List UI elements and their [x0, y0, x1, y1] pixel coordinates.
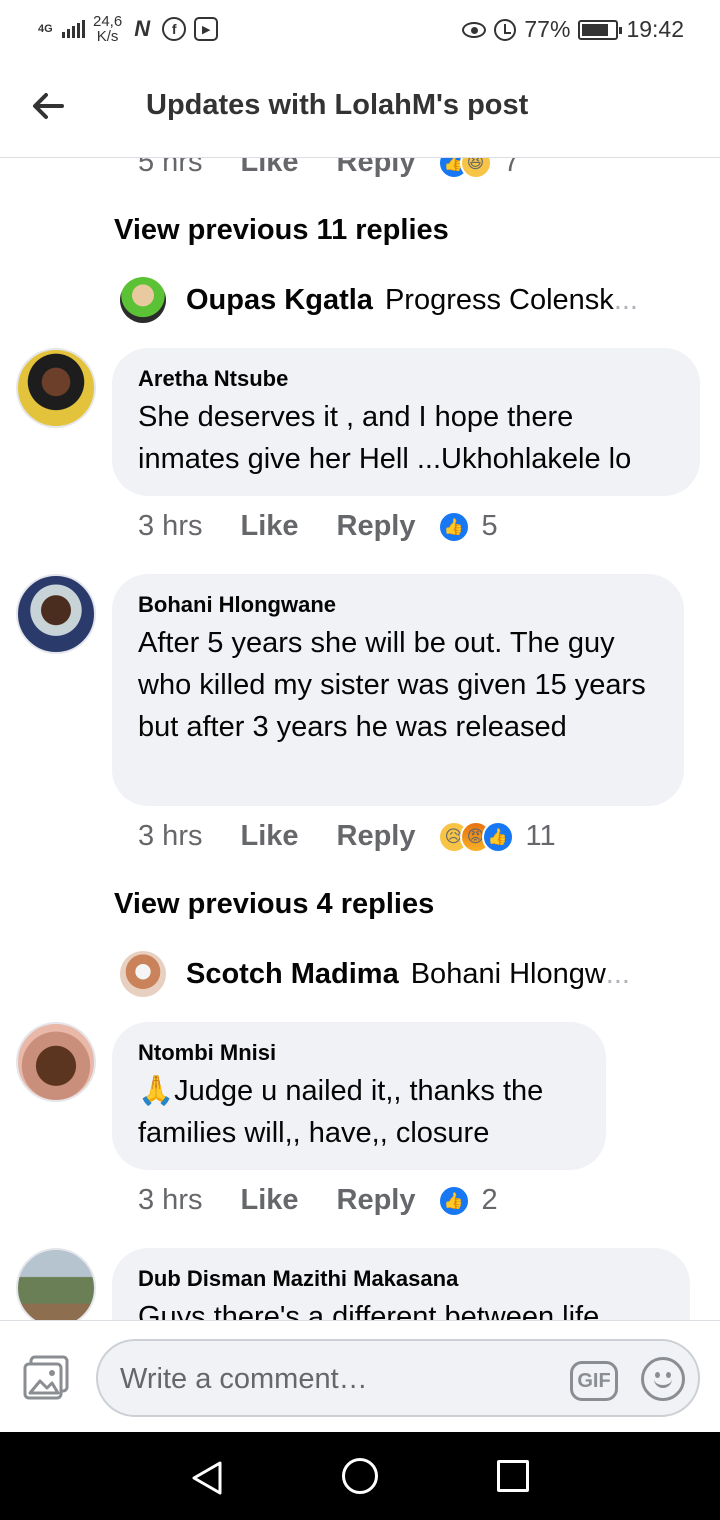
reactions[interactable]: 👍 [437, 1184, 470, 1217]
reply-button[interactable]: Reply [337, 510, 416, 543]
nav-back-icon[interactable] [190, 1460, 224, 1496]
comment-author[interactable]: Bohani Hlongwane [138, 592, 658, 618]
emoji-icon[interactable] [641, 1357, 685, 1401]
comment-meta-row: 3 hrs Like Reply 😥 😡 👍 11 [138, 820, 556, 853]
nav-recent-icon[interactable] [497, 1460, 529, 1492]
reactions[interactable]: 👍 [437, 510, 470, 543]
comment-bubble[interactable]: Dub Disman Mazithi Makasana Guys there's… [112, 1248, 690, 1320]
comment-placeholder: Write a comment… [120, 1363, 368, 1395]
avatar[interactable] [16, 348, 96, 428]
ellipsis: ... [613, 283, 638, 316]
comment-time: 5 hrs [138, 158, 203, 178]
facebook-notification-icon: f [162, 17, 187, 41]
reaction-count: 2 [481, 1184, 498, 1216]
like-button[interactable]: Like [240, 820, 298, 853]
reply-author[interactable]: Scotch Madima [186, 958, 399, 991]
comment-time: 3 hrs [138, 1184, 203, 1216]
nav-home-icon[interactable] [342, 1458, 378, 1494]
back-arrow-icon[interactable] [28, 86, 68, 126]
reaction-count: 11 [525, 820, 556, 852]
alarm-icon [494, 18, 517, 41]
like-reaction-icon: 👍 [437, 1184, 470, 1217]
comment-bubble[interactable]: Bohani Hlongwane After 5 years she will … [112, 574, 684, 806]
like-button[interactable]: Like [240, 158, 298, 179]
reply-button[interactable]: Reply [337, 158, 416, 179]
reply-button[interactable]: Reply [337, 1184, 416, 1217]
clock-time: 19:42 [626, 16, 684, 42]
reaction-count: 5 [481, 510, 498, 542]
gif-icon[interactable]: GIF [570, 1361, 618, 1401]
ellipsis: ... [605, 957, 630, 990]
status-right: 77% 19:42 [462, 16, 684, 43]
comment-text: 🙏Judge u nailed it,, thanks the families… [138, 1075, 544, 1149]
comment-input[interactable]: Write a comment… GIF [96, 1339, 700, 1417]
comment-meta-row: 5 hrs Like Reply 👍 😆 7 [138, 158, 520, 179]
reply-button[interactable]: Reply [337, 820, 416, 853]
like-reaction-icon: 👍 [437, 510, 470, 543]
comment-time: 3 hrs [138, 510, 203, 542]
comment-text: Guys there's a different between life [138, 1301, 600, 1320]
like-reaction-icon: 👍 [481, 820, 514, 853]
comment-author[interactable]: Ntombi Mnisi [138, 1040, 580, 1066]
reply-snippet: Bohani Hlongw [410, 957, 606, 990]
comment-bubble[interactable]: Ntombi Mnisi 🙏Judge u nailed it,, thanks… [112, 1022, 606, 1170]
avatar[interactable] [16, 1022, 96, 1102]
status-bar: 4G 24,6 K/s N f ▶ 77% 19:42 [0, 0, 720, 62]
comment-meta-row: 3 hrs Like Reply 👍 5 [138, 510, 498, 543]
comment-bubble[interactable]: Aretha Ntsube She deserves it , and I ho… [112, 348, 700, 496]
avatar[interactable] [16, 1248, 96, 1320]
reactions[interactable]: 👍 😆 [437, 158, 492, 179]
comment-author[interactable]: Aretha Ntsube [138, 366, 674, 392]
photo-icon[interactable] [22, 1355, 70, 1401]
avatar[interactable] [120, 277, 166, 323]
like-button[interactable]: Like [240, 1184, 298, 1217]
signal-icon [62, 20, 85, 38]
comment-time: 3 hrs [138, 820, 203, 852]
status-left: 4G 24,6 K/s N f ▶ [38, 14, 219, 44]
page-header: Updates with LolahM's post [0, 62, 720, 158]
comment-author[interactable]: Dub Disman Mazithi Makasana [138, 1266, 664, 1292]
view-previous-replies-link[interactable]: View previous 4 replies [114, 888, 434, 921]
reply-author[interactable]: Oupas Kgatla [186, 284, 373, 317]
eye-comfort-icon [462, 21, 487, 38]
reactions[interactable]: 😥 😡 👍 [437, 820, 514, 853]
view-previous-replies-link[interactable]: View previous 11 replies [114, 214, 449, 247]
collapsed-reply[interactable]: Scotch Madima Bohani Hlongw ... [120, 951, 630, 997]
comment-text: She deserves it , and I hope there inmat… [138, 401, 632, 475]
comment-text: After 5 years she will be out. The guy w… [138, 627, 646, 743]
comment-meta-row: 3 hrs Like Reply 👍 2 [138, 1184, 498, 1217]
comments-feed[interactable]: 5 hrs Like Reply 👍 😆 7 View previous 11 … [0, 158, 720, 1320]
avatar[interactable] [16, 574, 96, 654]
play-notification-icon: ▶ [194, 17, 219, 41]
battery-percent: 77% [524, 16, 571, 42]
system-navigation-bar [0, 1432, 720, 1520]
data-speed: 24,6 K/s [93, 14, 122, 44]
network-type: 4G [38, 23, 53, 35]
collapsed-reply[interactable]: Oupas Kgatla Progress Colensk ... [120, 277, 638, 323]
avatar[interactable] [120, 951, 166, 997]
page-title: Updates with LolahM's post [146, 89, 529, 121]
battery-icon [578, 19, 623, 40]
comment-composer: Write a comment… GIF [0, 1320, 720, 1432]
reaction-count: 7 [503, 158, 520, 178]
haha-reaction-icon: 😆 [459, 158, 492, 179]
reply-snippet: Progress Colensk [384, 283, 614, 316]
netflix-notification-icon: N [134, 16, 151, 41]
data-speed-unit: K/s [96, 28, 119, 45]
like-button[interactable]: Like [240, 510, 298, 543]
